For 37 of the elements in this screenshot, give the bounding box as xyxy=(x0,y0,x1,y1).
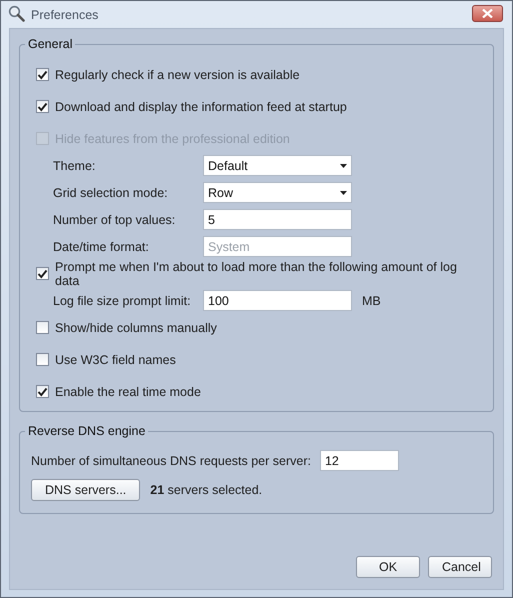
field-label: Log file size prompt limit: xyxy=(53,294,192,308)
field-label: Grid selection mode: xyxy=(53,186,169,200)
checkbox[interactable] xyxy=(36,267,49,280)
close-button[interactable] xyxy=(472,5,503,22)
checkbox[interactable] xyxy=(36,100,49,113)
unit-label: MB xyxy=(362,294,381,308)
input-field[interactable]: System xyxy=(203,236,352,257)
checkbox-label: Enable the real time mode xyxy=(55,384,201,398)
dropdown[interactable]: Row xyxy=(203,182,352,203)
caret-icon xyxy=(340,190,347,194)
input-field[interactable]: 100 xyxy=(203,290,352,311)
input-field[interactable]: 5 xyxy=(203,209,352,230)
checkbox[interactable] xyxy=(36,385,49,398)
dropdown[interactable]: Default xyxy=(203,155,352,176)
input-field[interactable]: 12 xyxy=(320,450,399,471)
search-icon xyxy=(8,5,25,22)
checkbox-label: Show/hide columns manually xyxy=(55,320,217,334)
field-label: Number of simultaneous DNS requests per server: xyxy=(31,454,311,468)
caret-icon xyxy=(340,164,347,168)
dns-servers-button[interactable]: DNS servers... xyxy=(31,479,140,501)
group-title: General xyxy=(27,37,74,51)
window-title: Preferences xyxy=(31,8,100,22)
field-label: Date/time format: xyxy=(53,240,150,254)
checkbox[interactable] xyxy=(36,68,49,81)
field-label: Number of top values: xyxy=(53,212,176,226)
checkbox[interactable] xyxy=(36,353,49,366)
group-title: Reverse DNS engine xyxy=(27,424,146,438)
field-label: Theme: xyxy=(53,158,96,172)
checkbox-label: Regularly check if a new version is available xyxy=(55,68,300,82)
checkbox[interactable] xyxy=(36,321,49,334)
checkbox-label: Use W3C field names xyxy=(55,352,176,366)
dialog-button[interactable]: OK xyxy=(356,556,420,578)
checkbox-label: Download and display the information feed at startup xyxy=(55,100,347,114)
dialog-button[interactable]: Cancel xyxy=(428,556,492,578)
checkbox-label: Prompt me when I'm about to load more than the following amount of log data xyxy=(55,260,458,288)
status-text: 21 servers selected. xyxy=(150,483,262,497)
close-icon xyxy=(482,9,493,18)
